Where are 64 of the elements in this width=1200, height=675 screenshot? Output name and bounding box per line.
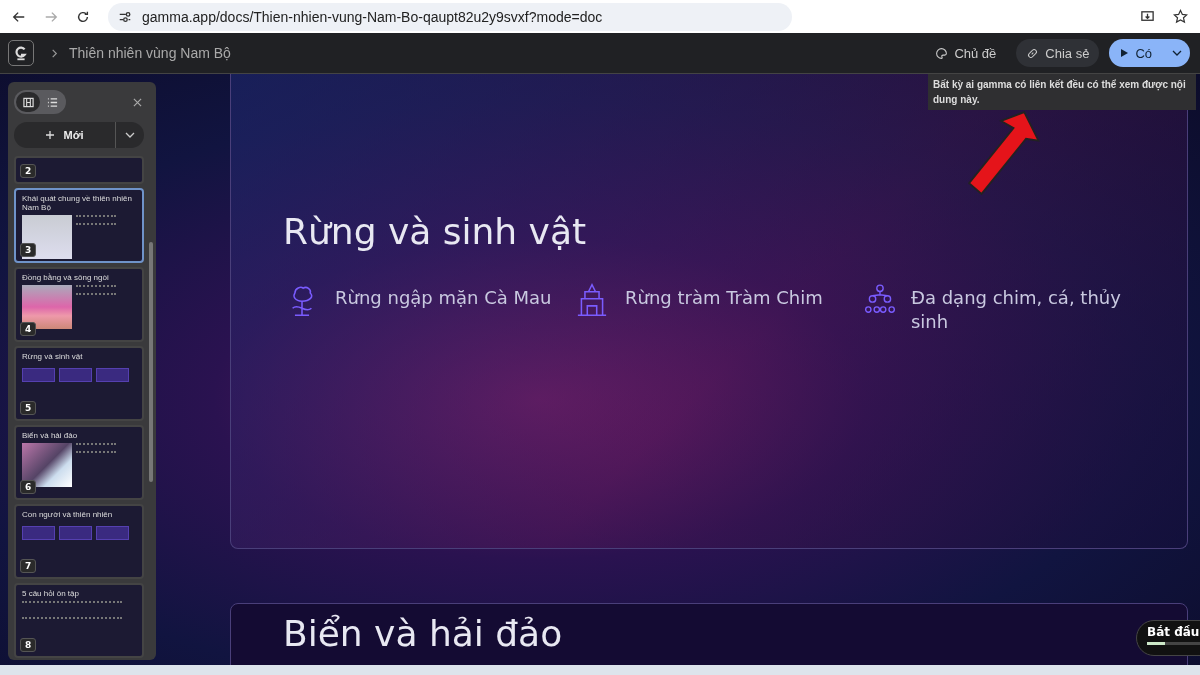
star-icon[interactable] (1173, 9, 1188, 24)
slide-number: 6 (20, 480, 37, 494)
address-bar[interactable]: gamma.app/docs/Thien-nhien-vung-Nam-Bo-qaupt82u2y9svxf?mode=doc (108, 2, 792, 31)
mini-card (59, 526, 92, 540)
back-icon[interactable] (12, 9, 26, 24)
slide-thumbnail[interactable]: 5 câu hỏi ôn tập 8 (14, 583, 144, 658)
feature-text: Rừng tràm Tràm Chim (625, 286, 823, 310)
theme-button[interactable]: Chủ đề (925, 39, 1007, 67)
slide-number: 5 (20, 401, 37, 415)
caret-icon (1172, 48, 1182, 58)
slide-number: 8 (20, 638, 37, 652)
grid-icon (22, 96, 34, 108)
slide-title: Rừng và sinh vật (22, 352, 84, 361)
slide-number: 7 (20, 559, 37, 573)
plus-icon (45, 130, 56, 140)
logo-icon[interactable] (8, 40, 34, 66)
mini-card (22, 368, 55, 382)
slide-thumbnail[interactable]: 2 (14, 156, 144, 184)
text-lines-drawing (76, 285, 116, 295)
list-icon (46, 96, 58, 108)
mini-card (59, 368, 92, 382)
dropdown-button[interactable] (116, 122, 144, 148)
slide-thumbnail[interactable]: Biển và hải đảo 6 (14, 425, 144, 500)
feature-text: Rừng ngập mặn Cà Mau (335, 286, 552, 310)
image-placeholder (22, 215, 72, 259)
share-button[interactable]: Chia sẻ (1016, 39, 1100, 67)
slide-heading: Rừng và sinh vật (283, 214, 588, 250)
slide-title: Đồng bằng và sông ngòi (22, 273, 110, 282)
palette-icon (935, 46, 949, 60)
mini-card (96, 526, 129, 540)
tooltip: Bất kỳ ai gamma có liên kết đều có thể xem được nội dung này. (928, 74, 1196, 110)
slide-thumbnail[interactable]: Đồng bằng và sông ngòi 4 (14, 267, 144, 342)
url-text: gamma.app/docs/Thien-nhien-vung-Nam-Bo-qaupt82u2y9svxf?mode=doc (142, 8, 603, 25)
mini-card (96, 368, 129, 382)
caret-icon (125, 130, 135, 140)
text-lines-drawing (76, 215, 116, 225)
text-lines-drawing (76, 443, 116, 453)
slide-title: 5 câu hỏi ôn tập (22, 589, 80, 598)
mini-card (22, 526, 55, 540)
scrollbar[interactable] (149, 242, 153, 482)
play-icon (1119, 48, 1130, 58)
slide-title: Con người và thiên nhiên (22, 510, 114, 519)
slide-number: 3 (20, 243, 37, 257)
card-view-button[interactable] (16, 92, 40, 112)
start-label: Bắt đầu (1147, 625, 1200, 639)
site-settings-icon[interactable] (118, 9, 132, 24)
reload-icon[interactable] (76, 9, 90, 24)
slide-heading: Biển và hải đảo (283, 616, 564, 652)
slide-title: Biển và hải đảo (22, 431, 79, 440)
document-title[interactable]: Thiên nhiên vùng Nam Bộ (69, 45, 231, 61)
new-slide-button[interactable]: Mới (14, 122, 116, 148)
slide-number: 2 (20, 164, 37, 178)
close-icon[interactable] (133, 97, 142, 107)
slide-number: 4 (20, 322, 37, 336)
start-button[interactable]: Bắt đầu (1136, 620, 1200, 656)
chevron-right-icon (50, 48, 59, 58)
slide-thumbnail[interactable]: Con người và thiên nhiên 7 (14, 504, 144, 579)
slide-title: Khái quát chung về thiên nhiên Nam Bộ (22, 194, 133, 212)
slide-thumbnail[interactable]: Khái quát chung về thiên nhiên Nam Bộ 3 (14, 188, 144, 263)
present-button[interactable]: Có (1109, 39, 1190, 67)
link-icon (1026, 46, 1040, 60)
slide-thumbnail[interactable]: Rừng và sinh vật 5 (14, 346, 144, 421)
install-icon[interactable] (1140, 9, 1155, 24)
feature-text: Đa dạng chim, cá, thủy sinh (910, 286, 1122, 334)
